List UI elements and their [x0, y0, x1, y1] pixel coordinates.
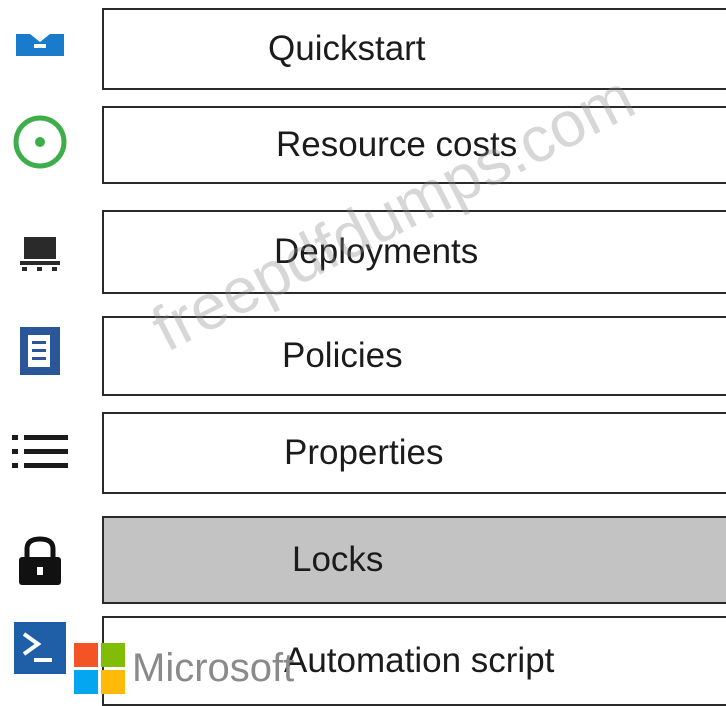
- menu-item-label: Quickstart: [268, 29, 426, 68]
- menu-item-locks[interactable]: Locks: [0, 510, 726, 610]
- menu-item-label: Deployments: [274, 232, 479, 271]
- deployments-icon: [8, 228, 72, 278]
- resource-costs-icon: [8, 112, 72, 172]
- menu-item-quickstart[interactable]: Quickstart: [0, 0, 726, 94]
- menu-item-label: Resource costs: [276, 125, 518, 164]
- microsoft-logo-icon: [74, 643, 125, 694]
- quickstart-icon: [8, 20, 72, 68]
- menu-item-label: Properties: [284, 433, 444, 472]
- menu-item-properties-box[interactable]: Properties: [102, 412, 726, 494]
- menu-item-policies-box[interactable]: Policies: [102, 316, 726, 396]
- menu-item-label: Policies: [282, 336, 403, 375]
- microsoft-logo-text: Microsoft: [132, 646, 295, 690]
- menu-item-properties[interactable]: Properties: [0, 406, 726, 506]
- properties-icon: [8, 426, 72, 476]
- menu-item-resource-costs[interactable]: Resource costs: [0, 94, 726, 194]
- menu-item-locks-box[interactable]: Locks: [102, 516, 726, 604]
- menu-item-policies[interactable]: Policies: [0, 306, 726, 406]
- menu-item-deployments[interactable]: Deployments: [0, 202, 726, 302]
- lock-icon: [8, 532, 72, 590]
- menu-item-resource-costs-box[interactable]: Resource costs: [102, 106, 726, 184]
- menu-item-deployments-box[interactable]: Deployments: [102, 210, 726, 294]
- menu-item-label: Automation script: [284, 641, 555, 680]
- menu-item-label: Locks: [292, 540, 384, 579]
- automation-script-icon: [8, 618, 72, 678]
- menu-item-quickstart-box[interactable]: Quickstart: [102, 8, 726, 90]
- policies-icon: [8, 322, 72, 380]
